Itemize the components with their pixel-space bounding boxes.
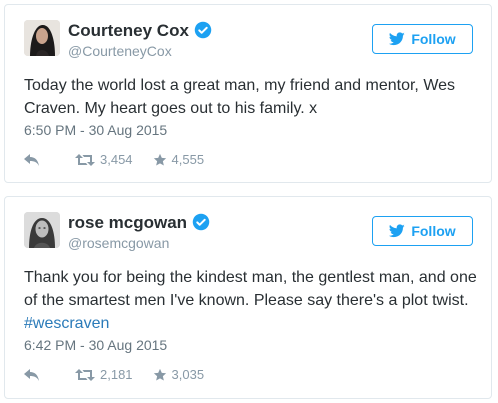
tweet-timestamp[interactable]: 6:42 PM - 30 Aug 2015: [24, 337, 167, 353]
display-name[interactable]: Courteney Cox: [68, 21, 212, 41]
tweet-timestamp[interactable]: 6:50 PM - 30 Aug 2015: [24, 122, 167, 138]
follow-button[interactable]: Follow: [372, 24, 473, 54]
tweet-actions: 3,454 4,555: [24, 152, 224, 167]
display-name[interactable]: rose mcgowan: [68, 213, 210, 233]
follow-button-label: Follow: [411, 223, 456, 239]
twitter-bird-icon: [389, 32, 406, 46]
favorite-button[interactable]: 4,555: [153, 152, 205, 167]
retweet-count: 3,454: [100, 152, 133, 167]
tweet-card: Courteney Cox @CourteneyCox Follow Today…: [4, 4, 492, 183]
retweet-icon: [75, 153, 95, 166]
retweet-button[interactable]: 2,181: [75, 367, 133, 382]
retweet-count: 2,181: [100, 367, 133, 382]
tweet-actions: 2,181 3,035: [24, 367, 224, 382]
hashtag-link[interactable]: #wescraven: [24, 315, 109, 332]
retweet-button[interactable]: 3,454: [75, 152, 133, 167]
verified-badge-icon: [194, 21, 212, 39]
retweet-icon: [75, 368, 95, 381]
display-name-text[interactable]: Courteney Cox: [68, 21, 189, 40]
avatar[interactable]: [24, 20, 60, 56]
tweet-text: Thank you for being the kindest man, the…: [24, 266, 477, 335]
reply-button[interactable]: [24, 153, 45, 166]
user-handle[interactable]: @rosemcgowan: [68, 235, 169, 251]
reply-arrow-icon: [24, 368, 39, 381]
verified-badge-icon: [192, 213, 210, 231]
reply-arrow-icon: [24, 153, 39, 166]
star-icon: [153, 368, 166, 381]
star-icon: [153, 153, 166, 166]
follow-button[interactable]: Follow: [372, 216, 473, 246]
tweet-text-body: Thank you for being the kindest man, the…: [24, 269, 477, 309]
avatar[interactable]: [24, 212, 60, 248]
favorite-count: 4,555: [171, 152, 205, 167]
display-name-text[interactable]: rose mcgowan: [68, 213, 187, 232]
favorite-count: 3,035: [171, 367, 205, 382]
twitter-bird-icon: [389, 224, 406, 238]
tweet-card: rose mcgowan @rosemcgowan Follow Thank y…: [4, 196, 492, 399]
follow-button-label: Follow: [411, 31, 456, 47]
tweet-text-body: Today the world lost a great man, my fri…: [24, 77, 456, 117]
favorite-button[interactable]: 3,035: [153, 367, 205, 382]
tweet-text: Today the world lost a great man, my fri…: [24, 74, 477, 120]
reply-button[interactable]: [24, 368, 45, 381]
user-handle[interactable]: @CourteneyCox: [68, 43, 172, 59]
